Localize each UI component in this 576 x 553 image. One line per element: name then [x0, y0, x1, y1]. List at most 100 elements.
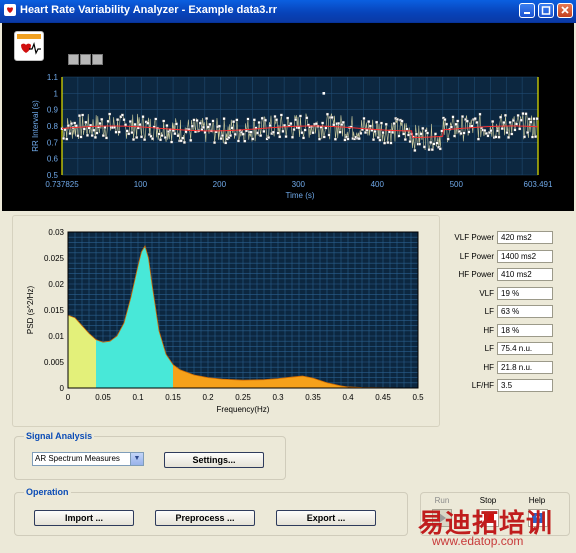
stat-value: 21.8 n.u. [497, 360, 553, 374]
rr-point [521, 112, 525, 116]
rr-point [500, 127, 504, 131]
rr-interval-plot[interactable]: 1.1 1 0.9 0.8 0.7 0.6 0.50.737825 100 200 300 400 5… [2, 23, 574, 211]
rr-point [462, 131, 466, 135]
rr-point [515, 122, 518, 126]
rr-point [224, 141, 228, 145]
stat-label: VLF Power [454, 233, 494, 242]
rr-x-axis-label: Time (s) [285, 191, 314, 200]
rr-point [478, 112, 482, 116]
analysis-method-value: AR Spectrum Measures [35, 454, 120, 463]
rr-point [63, 128, 67, 132]
rr-point [246, 117, 250, 121]
rr-point [73, 121, 77, 125]
psd-y-tick-label: 0 [60, 384, 65, 393]
rr-point [206, 125, 210, 129]
rr-point [362, 116, 366, 120]
close-button[interactable] [557, 3, 573, 18]
rr-point [426, 131, 429, 135]
rr-point [346, 137, 350, 141]
psd-y-tick-label: 0.005 [44, 358, 65, 367]
rr-point [292, 128, 296, 132]
stat-label: LF/HF [471, 381, 494, 390]
psd-x-tick-label: 0.5 [412, 393, 424, 402]
rr-point [438, 147, 442, 151]
rr-point [138, 123, 142, 127]
app-icon [4, 4, 16, 16]
rr-point [508, 120, 512, 124]
rr-point [343, 138, 347, 142]
rr-point [510, 132, 514, 136]
rr-point [314, 122, 318, 126]
rr-point [519, 118, 523, 122]
rr-point [383, 141, 387, 145]
rr-point [267, 136, 271, 139]
rr-point [529, 120, 533, 124]
rr-point [378, 138, 382, 142]
rr-point [133, 122, 137, 126]
rr-point [291, 135, 294, 139]
import-button[interactable]: Import ... [34, 510, 134, 526]
analysis-method-select[interactable]: AR Spectrum Measures ▼ [32, 452, 144, 466]
rr-point [318, 137, 321, 141]
rr-point [249, 130, 253, 134]
rr-point [303, 128, 307, 132]
rr-point [233, 132, 237, 136]
rr-point [333, 137, 337, 141]
rr-point [384, 122, 388, 126]
rr-x-tick-label: 400 [371, 180, 385, 189]
rr-point [184, 130, 188, 134]
rr-point [513, 128, 517, 132]
rr-point [429, 140, 433, 144]
rr-point [281, 129, 285, 133]
psd-x-tick-label: 0.15 [165, 393, 181, 402]
rr-point [159, 138, 162, 142]
settings-button[interactable]: Settings... [164, 452, 264, 468]
psd-y-tick-label: 0.01 [48, 332, 64, 341]
psd-y-tick-label: 0.03 [48, 228, 64, 237]
preprocess-button[interactable]: Preprocess ... [155, 510, 255, 526]
rr-point [435, 141, 439, 145]
rr-point [160, 134, 164, 137]
rr-point [127, 132, 131, 136]
rr-point [414, 132, 418, 136]
rr-point [419, 132, 423, 136]
stat-label: LF Power [459, 251, 494, 261]
rr-point [322, 135, 326, 139]
rr-point [507, 135, 511, 139]
rr-point [203, 130, 207, 134]
rr-point [297, 126, 301, 130]
rr-point [484, 131, 488, 135]
watermark-url: www.edatop.com [432, 534, 524, 548]
rr-point [327, 133, 331, 137]
rr-point [503, 113, 507, 117]
rr-point [85, 133, 89, 137]
rr-point [179, 139, 183, 143]
rr-point [451, 115, 455, 119]
rr-point [395, 117, 399, 121]
rr-point [470, 124, 474, 128]
rr-point [391, 130, 395, 134]
minimize-button[interactable] [519, 3, 535, 18]
maximize-button[interactable] [538, 3, 554, 18]
rr-point [338, 130, 342, 134]
rr-point [130, 131, 134, 135]
rr-point [114, 130, 118, 134]
rr-x-tick-label: 300 [292, 180, 306, 189]
rr-point [257, 121, 261, 125]
rr-point [324, 126, 328, 130]
rr-point [496, 129, 499, 133]
chevron-down-icon[interactable]: ▼ [130, 453, 143, 465]
rr-point [205, 117, 209, 120]
stat-label: HF [483, 325, 494, 335]
rr-point [263, 118, 267, 122]
psd-x-tick-label: 0.25 [235, 393, 251, 402]
rr-point [505, 131, 509, 135]
export-button[interactable]: Export ... [276, 510, 376, 526]
rr-point [174, 122, 178, 126]
rr-point [302, 136, 306, 140]
rr-point [527, 117, 531, 121]
rr-point [511, 118, 515, 122]
rr-point [368, 124, 372, 128]
psd-chart[interactable]: 0.03 0.025 0.02 0.015 0.01 0.005 00 0.05 0.1 0.15… [13, 216, 439, 426]
rr-point [62, 136, 66, 140]
